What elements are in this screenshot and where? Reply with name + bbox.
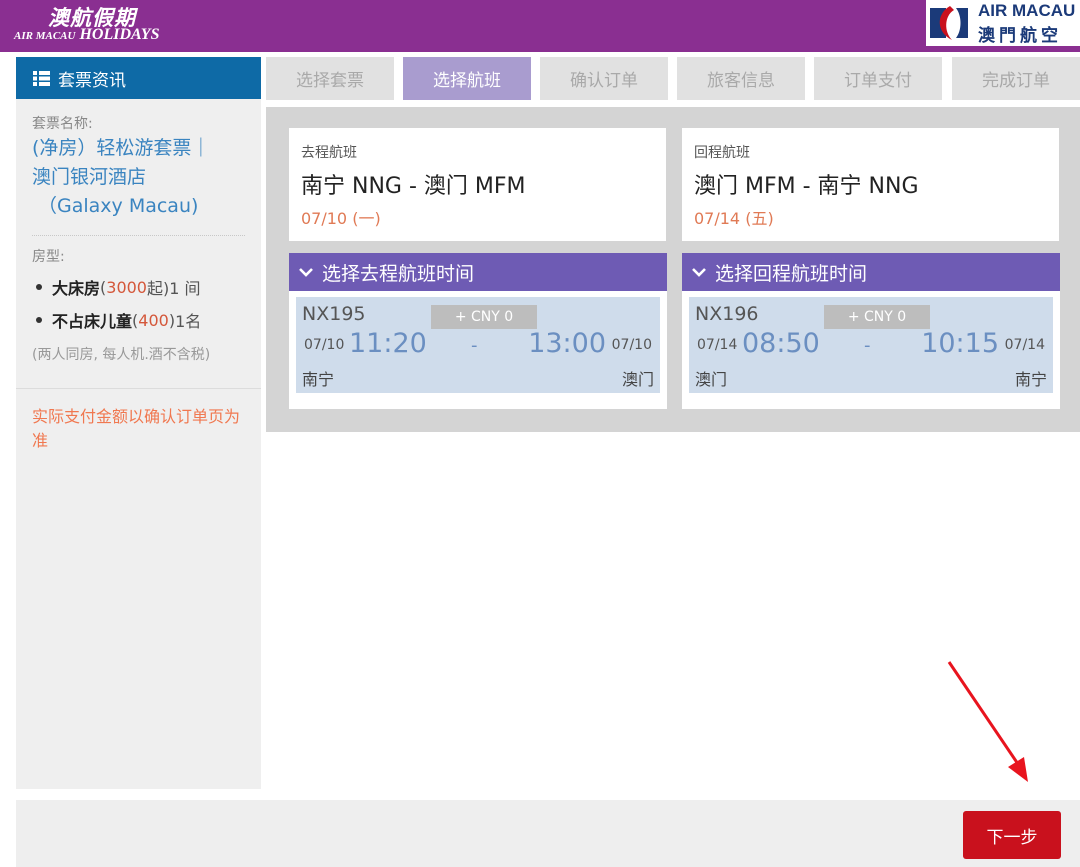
return-date: 07/14 (五)	[694, 209, 774, 228]
step-traveler-info: 旅客信息	[677, 57, 805, 100]
air-macau-bird-icon	[928, 4, 970, 42]
departure-date: 07/14	[697, 337, 738, 353]
outbound-select-header[interactable]: 选择去程航班时间	[289, 253, 667, 291]
outbound-date: 07/10 (一)	[301, 209, 381, 228]
return-select-header[interactable]: 选择回程航班时间	[682, 253, 1060, 291]
room-type-label: 房型:	[32, 249, 65, 265]
arrival-city: 南宁	[1014, 370, 1047, 389]
airline-cn: 澳門航空	[978, 26, 1062, 46]
time-separator: -	[471, 335, 478, 356]
chevron-down-icon	[299, 268, 313, 277]
air-macau-logo[interactable]: AIR MACAU 澳門航空	[926, 0, 1080, 46]
step-confirm-order: 确认订单	[540, 57, 668, 100]
footer-bar: 下一步	[16, 800, 1080, 867]
step-select-package[interactable]: 选择套票	[266, 57, 394, 100]
flight-number: NX196	[695, 303, 759, 325]
departure-time: 11:20	[349, 328, 427, 359]
return-route: 澳门 MFM - 南宁 NNG	[694, 174, 919, 199]
step-select-flight[interactable]: 选择航班	[403, 57, 531, 100]
divider	[32, 235, 245, 236]
price-note: (两人同房, 每人机.酒不含税)	[32, 347, 211, 363]
flight-number: NX195	[302, 303, 366, 325]
next-step-button[interactable]: 下一步	[963, 811, 1061, 859]
departure-city: 澳门	[695, 370, 728, 389]
room-item: 大床房(3000 起) 1 间	[32, 275, 245, 299]
outbound-route: 南宁 NNG - 澳门 MFM	[301, 174, 526, 199]
departure-date: 07/10	[304, 337, 345, 353]
list-icon	[33, 70, 50, 86]
arrival-date: 07/14	[1004, 337, 1045, 353]
brand-en: AIR MACAU HOLIDAYS	[14, 26, 160, 43]
arrival-date: 07/10	[611, 337, 652, 353]
arrival-city: 澳门	[621, 370, 654, 389]
step-complete: 完成订单	[952, 57, 1080, 100]
airline-en: AIR MACAU	[978, 1, 1076, 20]
return-flight-list: NX196 + CNY 0 07/14 08:50 - 10:15 07/14 …	[682, 291, 1060, 409]
package-label: 套票名称:	[32, 116, 93, 132]
outbound-label: 去程航班	[301, 145, 357, 161]
payment-warning: 实际支付金额以确认订单页为准	[32, 407, 241, 450]
departure-time: 08:50	[742, 328, 820, 359]
price-badge: + CNY 0	[431, 305, 537, 329]
return-flight-option[interactable]: NX196 + CNY 0 07/14 08:50 - 10:15 07/14 …	[689, 297, 1053, 393]
bullet-icon	[36, 317, 42, 323]
departure-city: 南宁	[302, 370, 335, 389]
site-header: 澳航假期 AIR MACAU HOLIDAYS AIR MACAU 澳門航空	[0, 0, 1080, 52]
package-name: (净房）轻松游套票｜ 澳门银河酒店 （Galaxy Macau)	[32, 137, 211, 217]
annotation-arrow-icon	[947, 661, 1028, 782]
arrival-time: 13:00	[528, 328, 606, 359]
outbound-flight-option[interactable]: NX195 + CNY 0 07/10 11:20 - 13:00 07/10 …	[296, 297, 660, 393]
booking-steps: 选择套票 选择航班 确认订单 旅客信息 订单支付 完成订单	[266, 57, 1080, 100]
outbound-summary-card: 去程航班 南宁 NNG - 澳门 MFM 07/10 (一)	[289, 128, 666, 241]
step-payment: 订单支付	[814, 57, 942, 100]
return-summary-card: 回程航班 澳门 MFM - 南宁 NNG 07/14 (五)	[682, 128, 1059, 241]
flight-selection-panel: 去程航班 南宁 NNG - 澳门 MFM 07/10 (一) 回程航班 澳门 M…	[266, 107, 1080, 432]
arrival-time: 10:15	[921, 328, 999, 359]
package-info-sidebar: 套票资讯 套票名称: (净房）轻松游套票｜ 澳门银河酒店 （Galaxy Mac…	[16, 57, 261, 789]
chevron-down-icon	[692, 268, 706, 277]
bullet-icon	[36, 284, 42, 290]
outbound-flight-list: NX195 + CNY 0 07/10 11:20 - 13:00 07/10 …	[289, 291, 667, 409]
room-item: 不占床儿童 (400) 1名	[32, 308, 245, 332]
price-badge: + CNY 0	[824, 305, 930, 329]
sidebar-header: 套票资讯	[16, 57, 261, 99]
return-label: 回程航班	[694, 145, 750, 161]
time-separator: -	[864, 335, 871, 356]
sidebar-title: 套票资讯	[58, 70, 126, 91]
